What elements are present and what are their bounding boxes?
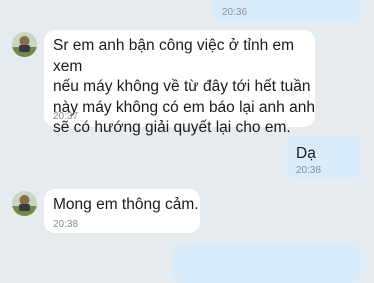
message-text: Dạ <box>296 145 316 162</box>
message-bubble-outgoing[interactable]: Dạ 20:38 <box>286 137 360 179</box>
message-bubble-incoming[interactable]: Mong em thông cảm. 20:38 <box>44 189 200 233</box>
message-text: Sr em anh bận công việc ở tỉnh em xem nế… <box>53 37 315 136</box>
message-bubble-incoming[interactable]: Sr em anh bận công việc ở tỉnh em xem nế… <box>44 30 315 136</box>
message-timestamp: 20:36 <box>222 7 248 18</box>
message-bubble-outgoing[interactable] <box>172 243 362 283</box>
message-timestamp: 20:38 <box>296 165 322 176</box>
avatar-icon <box>12 191 37 216</box>
contact-avatar[interactable] <box>12 191 37 216</box>
avatar-icon <box>12 32 37 57</box>
message-text: Mong em thông cảm. <box>53 196 199 213</box>
message-bubble-outgoing[interactable]: 20:36 <box>212 0 362 21</box>
message-timestamp: 20:37 <box>53 111 79 122</box>
chat-screen: { "chat": { "messages": [ { "direction":… <box>0 0 374 283</box>
message-timestamp: 20:38 <box>53 219 79 230</box>
contact-avatar[interactable] <box>12 32 37 57</box>
